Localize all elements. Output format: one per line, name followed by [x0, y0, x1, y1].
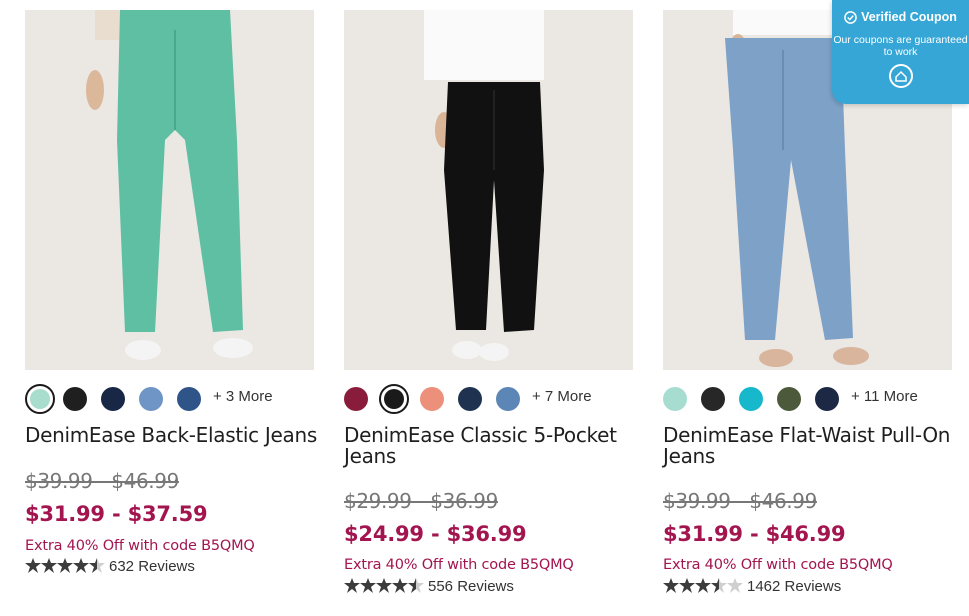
promo-text: Extra 40% Off with code B5QMQ	[25, 538, 255, 554]
coupon-subtitle: Our coupons are guaranteed to work	[833, 34, 968, 58]
review-count[interactable]: 632 Reviews	[109, 558, 195, 575]
more-colors-link[interactable]: + 7 More	[532, 388, 592, 405]
original-price: $29.99 - $36.99	[344, 489, 498, 513]
product-title[interactable]: DenimEase Flat-Waist Pull-On Jeans	[663, 425, 963, 467]
star-rating-icon	[25, 558, 105, 573]
swatch-1[interactable]	[663, 387, 687, 411]
swatch-4[interactable]	[458, 387, 482, 411]
swatch-5[interactable]	[177, 387, 201, 411]
product-title[interactable]: DenimEase Back-Elastic Jeans	[25, 425, 325, 446]
original-price: $39.99 - $46.99	[663, 489, 817, 513]
color-swatches: + 3 More	[25, 383, 315, 417]
coupon-header: Verified Coupon	[832, 10, 969, 24]
swatch-fill	[30, 389, 50, 409]
product-image[interactable]	[25, 10, 314, 370]
check-circle-icon	[844, 10, 857, 24]
swatch-1[interactable]	[25, 384, 55, 414]
coupon-logo-icon	[888, 64, 913, 88]
swatch-fill	[384, 389, 404, 409]
star-rating-icon	[663, 578, 743, 593]
swatch-2[interactable]	[63, 387, 87, 411]
promo-text: Extra 40% Off with code B5QMQ	[663, 557, 893, 573]
swatch-2[interactable]	[701, 387, 725, 411]
more-colors-link[interactable]: + 3 More	[213, 388, 273, 405]
sale-price: $31.99 - $46.99	[663, 522, 846, 546]
review-count[interactable]: 1462 Reviews	[747, 578, 841, 595]
swatch-3[interactable]	[420, 387, 444, 411]
sale-price: $31.99 - $37.59	[25, 502, 208, 526]
swatch-1[interactable]	[344, 387, 368, 411]
swatch-5[interactable]	[496, 387, 520, 411]
color-swatches: + 11 More	[663, 383, 953, 417]
swatch-5[interactable]	[815, 387, 839, 411]
product-title[interactable]: DenimEase Classic 5-Pocket Jeans	[344, 425, 644, 467]
product-card[interactable]: + 3 More DenimEase Back-Elastic Jeans $3…	[25, 10, 317, 575]
swatch-4[interactable]	[777, 387, 801, 411]
swatch-3[interactable]	[739, 387, 763, 411]
swatch-2[interactable]	[379, 384, 409, 414]
color-swatches: + 7 More	[344, 383, 634, 417]
product-image[interactable]	[344, 10, 633, 370]
promo-text: Extra 40% Off with code B5QMQ	[344, 557, 574, 573]
star-rating-icon	[344, 578, 424, 593]
more-colors-link[interactable]: + 11 More	[851, 388, 918, 405]
product-card[interactable]: + 7 More DenimEase Classic 5-Pocket Jean…	[344, 10, 634, 595]
original-price: $39.99 - $46.99	[25, 469, 179, 493]
coupon-title: Verified Coupon	[861, 10, 957, 24]
verified-coupon-badge[interactable]: Verified Coupon Our coupons are guarante…	[832, 0, 969, 104]
review-count[interactable]: 556 Reviews	[428, 578, 514, 595]
swatch-4[interactable]	[139, 387, 163, 411]
sale-price: $24.99 - $36.99	[344, 522, 527, 546]
swatch-3[interactable]	[101, 387, 125, 411]
